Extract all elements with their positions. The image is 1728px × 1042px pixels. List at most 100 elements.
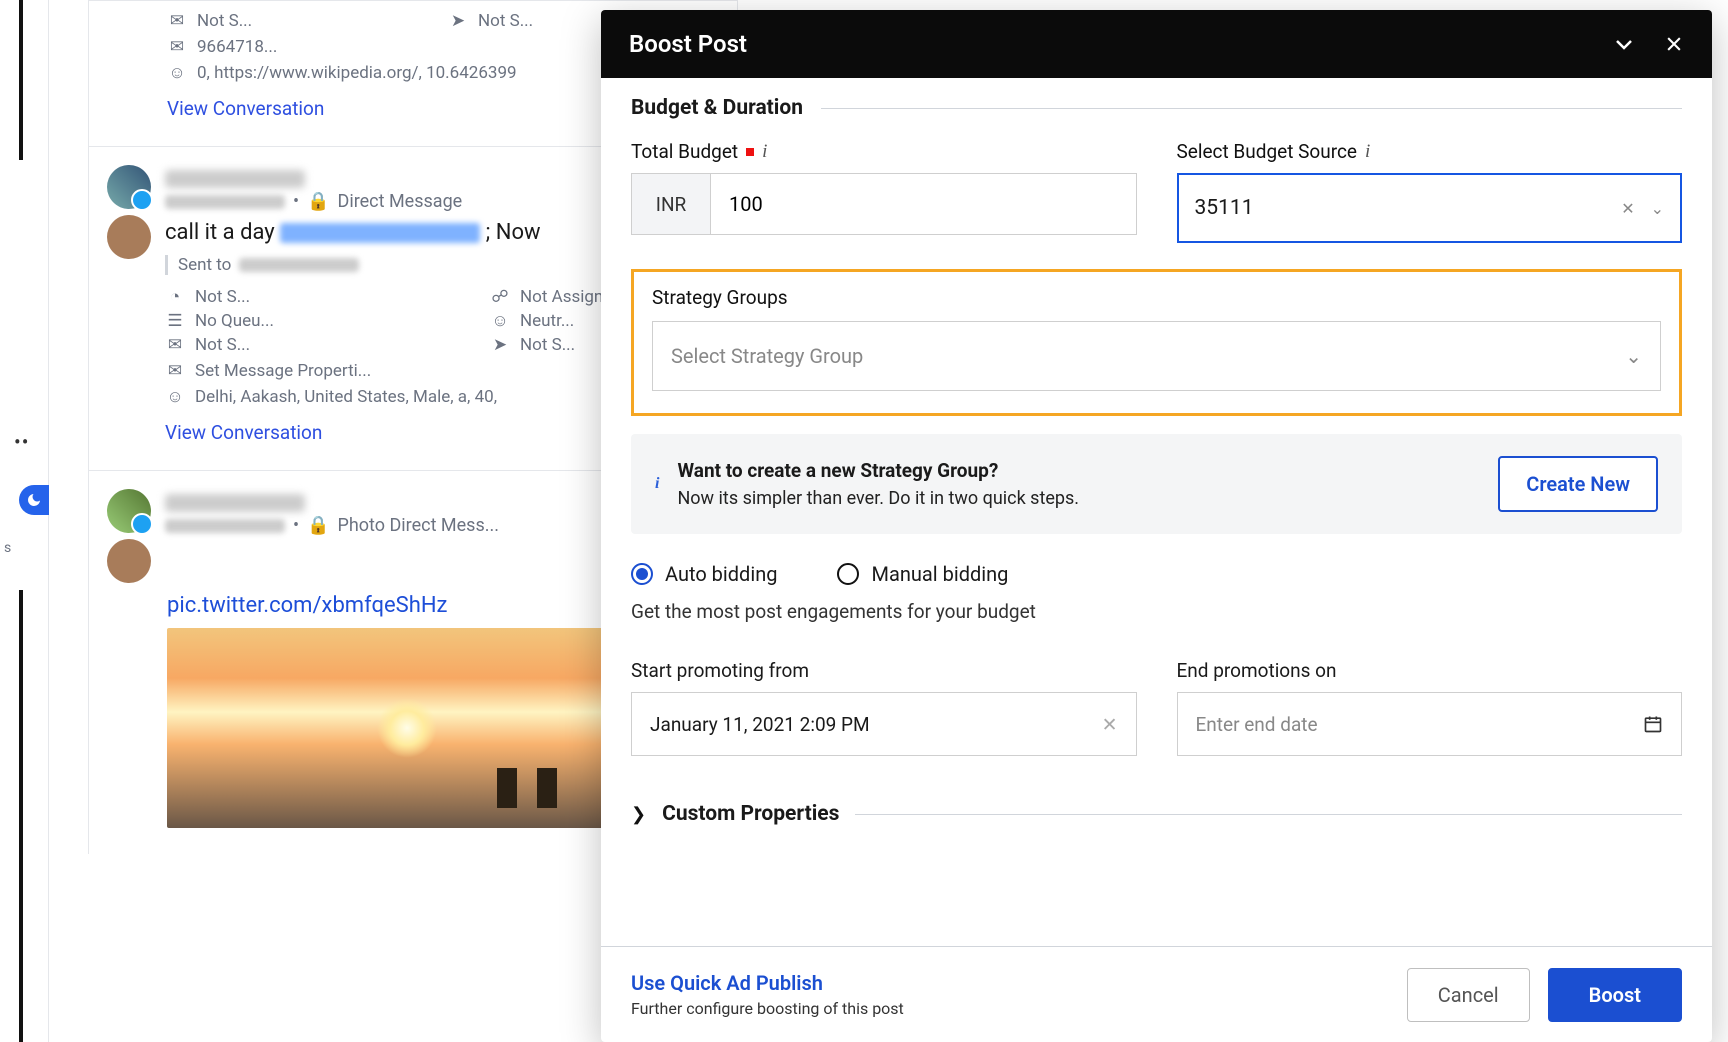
assign-icon: ☍ <box>490 287 510 307</box>
envelope-icon: ✉ <box>167 37 187 57</box>
modal-footer: Use Quick Ad Publish Further configure b… <box>601 946 1712 1042</box>
meta-text: Set Message Properti... <box>195 361 371 381</box>
chevron-down-icon: ⌄ <box>1625 344 1642 368</box>
quick-ad-sub: Further configure boosting of this post <box>631 999 904 1018</box>
radio-dot-icon <box>837 563 859 585</box>
strategy-groups-section: Strategy Groups Select Strategy Group ⌄ <box>631 269 1682 416</box>
accent-line <box>19 0 23 160</box>
boost-post-modal: Boost Post Budget & Duration Total Budge… <box>601 10 1712 1042</box>
start-date-value: January 11, 2021 2:09 PM <box>650 713 870 736</box>
start-date-input[interactable]: January 11, 2021 2:09 PM ✕ <box>631 692 1137 756</box>
queue-icon: ☰ <box>165 311 185 331</box>
person-icon: ☺ <box>165 387 185 407</box>
start-date-label: Start promoting from <box>631 659 1137 682</box>
author-name <box>165 170 305 188</box>
divider <box>855 814 1682 815</box>
budget-source-value: 35111 <box>1195 196 1254 220</box>
lock-icon: 🔒 <box>307 191 329 212</box>
budget-source-select[interactable]: 35111 ✕ ⌄ <box>1177 173 1683 243</box>
currency-prefix: INR <box>631 173 711 235</box>
info-icon[interactable]: i <box>1365 141 1370 163</box>
meta-text: Neutr... <box>520 311 574 331</box>
info-icon[interactable]: i <box>762 141 767 163</box>
media-link[interactable]: pic.twitter.com/xbmfqeShHz <box>167 593 447 618</box>
chevron-down-icon[interactable]: ⌄ <box>1651 199 1664 218</box>
info-icon: i <box>655 475 659 493</box>
clock-icon: ◔ <box>165 287 185 307</box>
modal-header: Boost Post <box>601 10 1712 78</box>
meta-text: 0, https://www.wikipedia.org/, 10.642639… <box>197 63 517 83</box>
required-indicator <box>746 148 754 156</box>
total-budget-input[interactable] <box>711 173 1137 235</box>
envelope-icon: ✉ <box>165 361 185 381</box>
meta-text: Not S... <box>195 287 250 307</box>
quick-ad-publish-link[interactable]: Use Quick Ad Publish <box>631 971 904 995</box>
cancel-button[interactable]: Cancel <box>1407 968 1530 1022</box>
custom-properties-toggle[interactable]: Custom Properties <box>662 802 839 826</box>
divider <box>821 108 1682 109</box>
moon-icon[interactable] <box>19 485 49 515</box>
meta-text: Not S... <box>520 335 575 355</box>
strategy-tip: i Want to create a new Strategy Group? N… <box>631 434 1682 534</box>
meta-text: Delhi, Aakash, United States, Male, a, 4… <box>195 387 497 407</box>
strategy-group-placeholder: Select Strategy Group <box>671 344 863 368</box>
radio-dot-icon <box>631 563 653 585</box>
chevron-right-icon[interactable]: ❯ <box>631 804 646 825</box>
envelope-icon: ✉ <box>167 11 187 31</box>
envelope-icon: ✉ <box>165 335 185 355</box>
sentiment-icon: ☺ <box>490 311 510 331</box>
redacted-id <box>280 223 480 243</box>
modal-title: Boost Post <box>629 30 747 58</box>
auto-bidding-radio[interactable]: Auto bidding <box>631 562 777 586</box>
more-icon[interactable]: •• <box>14 430 30 454</box>
minimize-icon[interactable] <box>1612 32 1636 56</box>
person-icon: ☺ <box>167 63 187 83</box>
message-text: ; Now <box>486 220 541 245</box>
end-date-input[interactable]: Enter end date <box>1177 692 1683 756</box>
clear-icon[interactable]: ✕ <box>1102 713 1118 736</box>
budget-source-label: Select Budget Source <box>1177 140 1358 163</box>
meta-text: 9664718... <box>197 37 277 57</box>
send-icon: ➤ <box>490 335 510 355</box>
send-icon: ➤ <box>448 11 468 31</box>
create-new-button[interactable]: Create New <box>1498 456 1658 512</box>
meta-text: No Queu... <box>195 311 274 331</box>
auto-bidding-label: Auto bidding <box>665 562 777 586</box>
left-rail: •• s <box>0 0 49 1042</box>
end-date-placeholder: Enter end date <box>1196 713 1318 736</box>
calendar-icon[interactable] <box>1643 714 1663 734</box>
recipient-handle <box>239 258 359 272</box>
sent-to-label: Sent to <box>178 255 231 275</box>
clear-icon[interactable]: ✕ <box>1621 199 1634 218</box>
total-budget-label: Total Budget <box>631 140 738 163</box>
rail-letter: s <box>4 540 11 556</box>
manual-bidding-label: Manual bidding <box>871 562 1008 586</box>
view-conversation-link[interactable]: View Conversation <box>167 97 324 120</box>
author-handle <box>165 519 285 533</box>
meta-text: Not S... <box>478 11 533 31</box>
tip-body: Now its simpler than ever. Do it in two … <box>677 488 1079 509</box>
accent-line <box>19 590 23 1042</box>
boost-button[interactable]: Boost <box>1548 968 1682 1022</box>
lock-icon: 🔒 <box>307 515 329 536</box>
strategy-group-select[interactable]: Select Strategy Group ⌄ <box>652 321 1661 391</box>
avatar[interactable] <box>107 489 151 533</box>
dm-label: Direct Message <box>338 191 463 212</box>
meta-text: Not S... <box>197 11 252 31</box>
manual-bidding-radio[interactable]: Manual bidding <box>837 562 1008 586</box>
strategy-groups-label: Strategy Groups <box>652 286 1661 309</box>
author-handle <box>165 195 285 209</box>
tip-title: Want to create a new Strategy Group? <box>677 459 1079 482</box>
close-icon[interactable] <box>1664 34 1684 54</box>
message-text: call it a day <box>165 220 275 245</box>
dm-label: Photo Direct Mess... <box>338 515 500 536</box>
avatar[interactable] <box>107 165 151 209</box>
bidding-hint: Get the most post engagements for your b… <box>631 600 1682 623</box>
section-title: Budget & Duration <box>631 96 803 120</box>
end-date-label: End promotions on <box>1177 659 1683 682</box>
view-conversation-link[interactable]: View Conversation <box>165 421 322 444</box>
avatar[interactable] <box>107 539 151 583</box>
avatar[interactable] <box>107 215 151 259</box>
meta-text: Not S... <box>195 335 250 355</box>
author-name <box>165 494 305 512</box>
